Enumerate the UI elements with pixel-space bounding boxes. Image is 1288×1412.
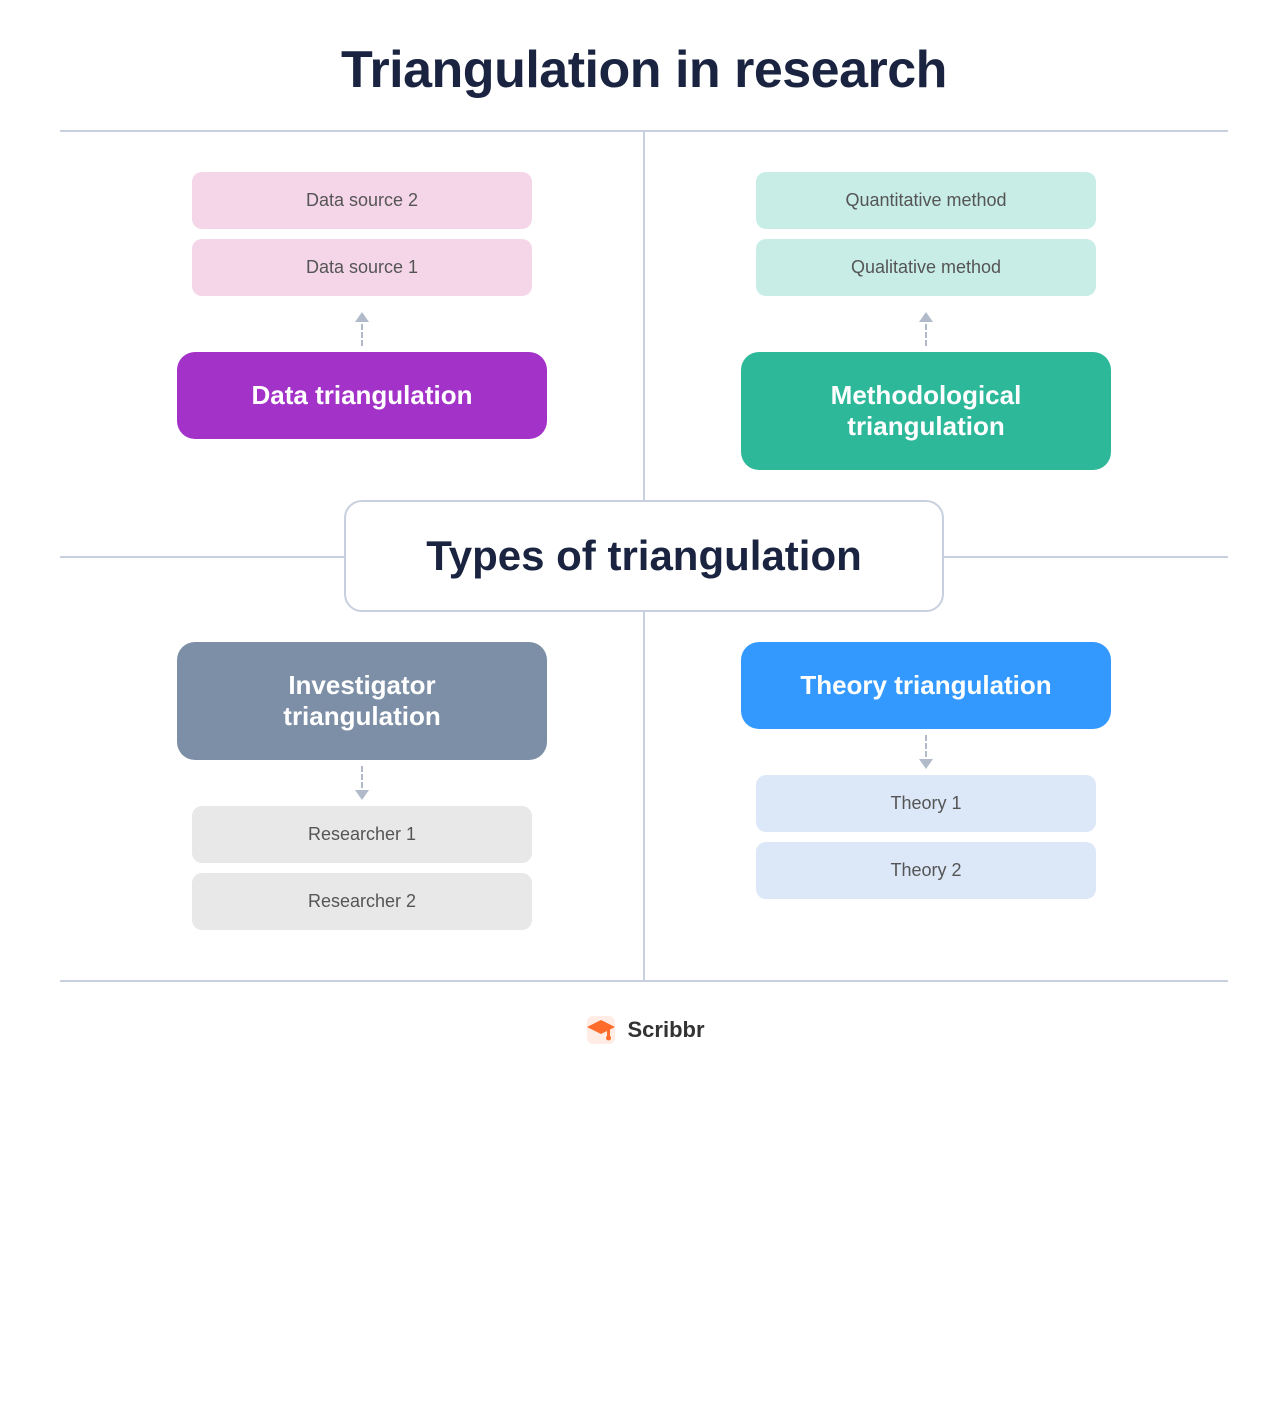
center-row: Types of triangulation [60,500,1228,612]
center-box: Types of triangulation [344,500,944,612]
theory-triangulation-quadrant: Theory triangulation Theory 1 Theory 2 [644,612,1228,980]
researcher-1-card: Researcher 1 [192,806,532,863]
scribbr-brand-name: Scribbr [627,1017,704,1043]
dashed-line-theory [925,735,927,757]
scribbr-icon [583,1012,619,1048]
data-triangulation-card: Data triangulation [177,352,547,439]
arrow-tip-down-theory [919,759,933,769]
data-source-2-card: Data source 2 [192,172,532,229]
arrow-data-up [355,312,369,346]
page-title: Triangulation in research [341,40,947,100]
data-triangulation-quadrant: Data source 2 Data source 1 Data triangu… [60,132,644,500]
center-box-title: Types of triangulation [426,532,862,579]
methodological-triangulation-card: Methodological triangulation [741,352,1111,470]
scribbr-logo: Scribbr [583,1012,704,1048]
investigator-triangulation-quadrant: Investigator triangulation Researcher 1 … [60,612,644,980]
data-source-1-card: Data source 1 [192,239,532,296]
theory-triangulation-card: Theory triangulation [741,642,1111,729]
arrow-theory-down [919,735,933,769]
diagram: Data source 2 Data source 1 Data triangu… [60,130,1228,982]
methodological-triangulation-quadrant: Quantitative method Qualitative method M… [644,132,1228,500]
theory-2-card: Theory 2 [756,842,1096,899]
investigator-triangulation-card: Investigator triangulation [177,642,547,760]
arrow-investigator-down [355,766,369,800]
dashed-line-method [925,324,927,346]
arrow-tip-up-data [355,312,369,322]
arrow-tip-down-investigator [355,790,369,800]
arrow-method-up [919,312,933,346]
footer: Scribbr [583,1012,704,1048]
dashed-line-investigator [361,766,363,788]
arrow-tip-up-method [919,312,933,322]
theory-1-card: Theory 1 [756,775,1096,832]
top-half: Data source 2 Data source 1 Data triangu… [60,132,1228,500]
bottom-half: Investigator triangulation Researcher 1 … [60,612,1228,980]
quantitative-method-card: Quantitative method [756,172,1096,229]
bottom-divider [60,980,1228,982]
qualitative-method-card: Qualitative method [756,239,1096,296]
researcher-2-card: Researcher 2 [192,873,532,930]
dashed-line-data [361,324,363,346]
